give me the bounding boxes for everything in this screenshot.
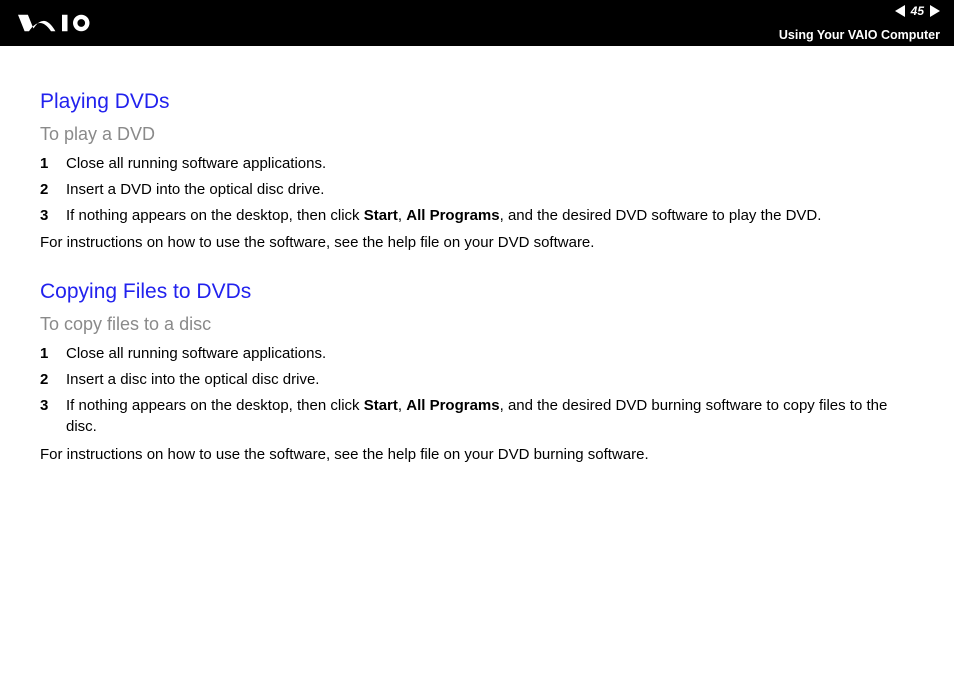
vaio-logo: [18, 8, 128, 38]
step-item: 1 Close all running software application…: [40, 343, 914, 365]
bold-all-programs: All Programs: [406, 397, 499, 414]
page-content: Playing DVDs To play a DVD 1 Close all r…: [0, 46, 954, 490]
step-text-fragment: ,: [398, 397, 406, 414]
step-number: 1: [40, 153, 66, 175]
section-heading-playing-dvds: Playing DVDs: [40, 90, 914, 114]
step-text-fragment: , and the desired DVD software to play t…: [500, 207, 822, 224]
step-text: If nothing appears on the desktop, then …: [66, 395, 914, 439]
breadcrumb: Using Your VAIO Computer: [779, 28, 940, 42]
step-number: 3: [40, 395, 66, 439]
section-heading-copying-files: Copying Files to DVDs: [40, 280, 914, 304]
bold-start: Start: [364, 397, 398, 414]
step-text: Close all running software applications.: [66, 343, 914, 365]
bold-all-programs: All Programs: [406, 207, 499, 224]
step-number: 2: [40, 369, 66, 391]
step-text: Insert a disc into the optical disc driv…: [66, 369, 914, 391]
section-note: For instructions on how to use the softw…: [40, 444, 914, 466]
bold-start: Start: [364, 207, 398, 224]
step-item: 3 If nothing appears on the desktop, the…: [40, 205, 914, 227]
step-item: 3 If nothing appears on the desktop, the…: [40, 395, 914, 439]
step-text-fragment: If nothing appears on the desktop, then …: [66, 397, 364, 414]
step-text-fragment: If nothing appears on the desktop, then …: [66, 207, 364, 224]
step-text: Insert a DVD into the optical disc drive…: [66, 179, 914, 201]
page-navigation: 45: [895, 4, 940, 18]
steps-list: 1 Close all running software application…: [40, 153, 914, 226]
step-item: 1 Close all running software application…: [40, 153, 914, 175]
step-text: If nothing appears on the desktop, then …: [66, 205, 914, 227]
step-number: 3: [40, 205, 66, 227]
section-subheading: To play a DVD: [40, 124, 914, 145]
steps-list: 1 Close all running software application…: [40, 343, 914, 438]
prev-page-icon[interactable]: [895, 5, 905, 17]
step-text-fragment: ,: [398, 207, 406, 224]
page-number: 45: [911, 4, 924, 18]
step-number: 1: [40, 343, 66, 365]
section-subheading: To copy files to a disc: [40, 314, 914, 335]
next-page-icon[interactable]: [930, 5, 940, 17]
step-number: 2: [40, 179, 66, 201]
step-item: 2 Insert a DVD into the optical disc dri…: [40, 179, 914, 201]
page-header: 45 Using Your VAIO Computer: [0, 0, 954, 46]
section-note: For instructions on how to use the softw…: [40, 232, 914, 254]
step-text: Close all running software applications.: [66, 153, 914, 175]
step-item: 2 Insert a disc into the optical disc dr…: [40, 369, 914, 391]
